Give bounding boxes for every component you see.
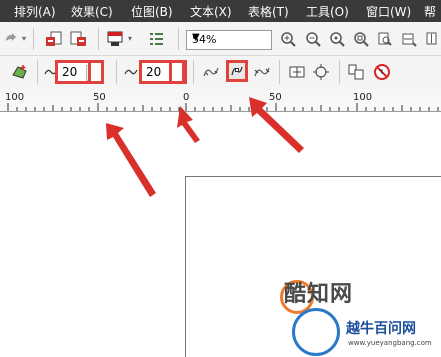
zoom-select[interactable]: 54% ▼ (186, 30, 272, 50)
separator (33, 28, 34, 50)
smoothness-value-1: 20 (62, 65, 78, 79)
separator (339, 60, 340, 84)
cusp-node-icon[interactable] (201, 62, 221, 82)
separator (178, 28, 179, 50)
smooth-node-button[interactable] (226, 60, 248, 82)
reverse-direction-icon[interactable] (287, 62, 307, 82)
ruler-label: 100 (353, 92, 373, 103)
zoom-to-selected-icon[interactable] (328, 30, 346, 48)
zoom-to-page-icon[interactable] (376, 30, 394, 48)
menu-tools[interactable]: 工具(O) (306, 3, 349, 20)
curve-smoothness-icon (124, 66, 138, 78)
menu-arrange[interactable]: 排列(A) (14, 3, 56, 20)
extract-subpath-icon[interactable] (346, 62, 366, 82)
ruler-label: 0 (183, 92, 190, 103)
application-launcher-icon[interactable] (146, 29, 166, 49)
zoom-out-icon[interactable] (304, 30, 322, 48)
horizontal-ruler[interactable]: 100 50 0 50 100 (0, 89, 441, 112)
zoom-page-width-icon[interactable] (400, 30, 418, 48)
ruler-label: 50 (93, 92, 106, 103)
extend-curve-icon[interactable] (311, 62, 331, 82)
no-entry-icon[interactable] (372, 62, 392, 82)
import-icon[interactable] (44, 29, 64, 49)
zoom-page-height-icon[interactable] (424, 30, 440, 48)
separator (279, 60, 280, 84)
chevron-down-icon: ▼ (192, 32, 200, 43)
menu-table[interactable]: 表格(T) (248, 3, 289, 20)
separator (37, 60, 38, 84)
menu-window[interactable]: 窗口(W) (366, 3, 411, 20)
watermark-url: www.yueyangbang.com (348, 339, 432, 347)
separator (193, 60, 194, 84)
symmetrical-node-icon[interactable] (252, 62, 272, 82)
redo-icon[interactable] (2, 30, 18, 46)
menu-help[interactable]: 帮 (424, 3, 436, 20)
ruler-label: 100 (5, 92, 25, 103)
menu-effects[interactable]: 效果(C) (71, 3, 113, 20)
publish-dropdown-icon[interactable]: ▾ (126, 34, 134, 43)
spin-highlight-1 (88, 60, 104, 84)
separator (116, 60, 117, 84)
separator (98, 28, 99, 50)
new-node-icon[interactable] (10, 62, 30, 82)
smoothness-value-2: 20 (146, 65, 162, 79)
publish-pdf-icon[interactable] (106, 29, 124, 49)
menu-text[interactable]: 文本(X) (190, 3, 232, 20)
menu-bitmap[interactable]: 位图(B) (131, 3, 173, 20)
menu-bar: 排列(A) 效果(C) 位图(B) 文本(X) 表格(T) 工具(O) 窗口(W… (0, 0, 441, 22)
ruler-ticks (7, 103, 439, 111)
zoom-in-icon[interactable] (279, 30, 297, 48)
export-icon[interactable] (68, 29, 88, 49)
watermark-text: 越牛百问网 (346, 321, 416, 337)
spin-highlight-2 (169, 60, 185, 84)
zoom-to-all-icon[interactable] (352, 30, 370, 48)
watermark-logo (292, 308, 340, 356)
ruler-label: 50 (269, 92, 282, 103)
redo-dropdown-icon[interactable]: ▾ (20, 34, 28, 43)
watermark-text: 酷知网 (284, 282, 354, 307)
